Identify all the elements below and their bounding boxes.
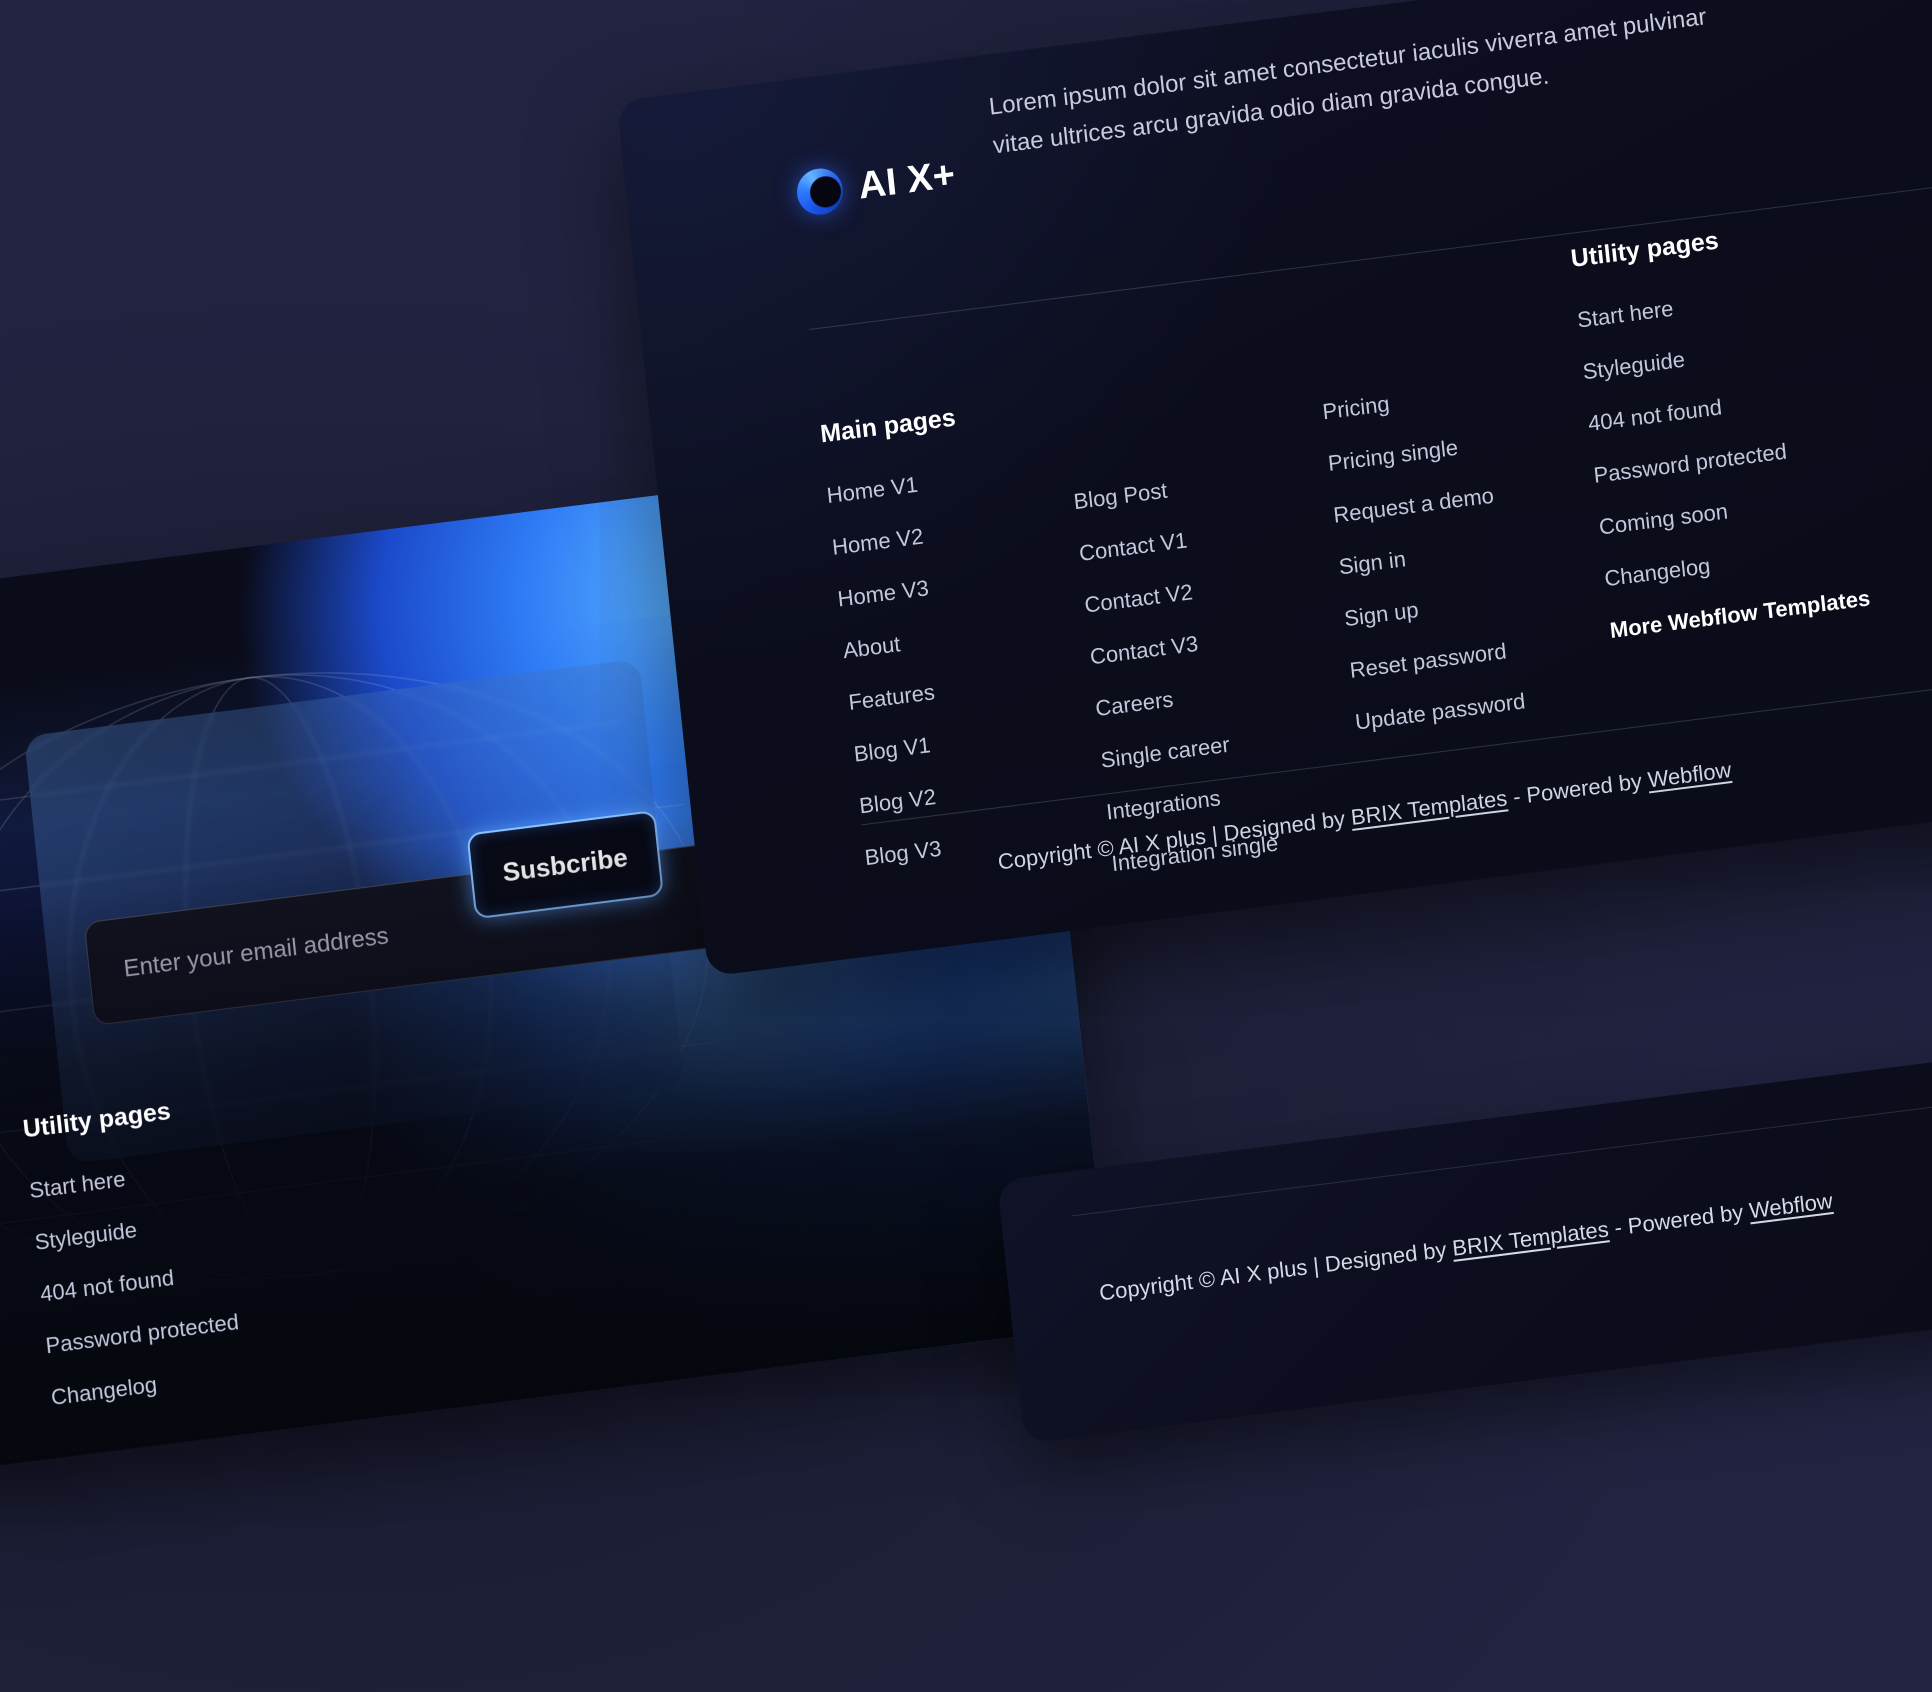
link-item[interactable]: Start here <box>1576 278 1812 333</box>
footer-column-utility-pages: Utility pages Start here Styleguide 404 … <box>1569 216 1872 838</box>
link-item[interactable]: Styleguide <box>34 1199 285 1256</box>
link-item[interactable]: Update password <box>1354 680 1590 735</box>
brand-logo[interactable]: AI X+ <box>794 152 958 218</box>
link-item[interactable]: Contact V1 <box>1078 512 1314 567</box>
link-item[interactable]: Request a demo <box>0 1239 11 1296</box>
column-title: Utility pages <box>0 1177 5 1237</box>
link-item[interactable]: Reset password <box>1349 629 1585 684</box>
ring-logo-icon <box>794 165 846 218</box>
link-item[interactable]: Home V1 <box>825 454 1061 509</box>
link-item[interactable]: Password protected <box>44 1302 295 1359</box>
link-item[interactable]: 404 not found <box>1587 382 1823 437</box>
link-item[interactable]: Sign up <box>0 1343 22 1400</box>
footer-column-utility-b: Utility pages Start here Styleguide 404 … <box>22 1084 316 1497</box>
webflow-link[interactable]: Webflow <box>1748 1188 1834 1223</box>
link-item[interactable]: Blog Post <box>1072 460 1308 515</box>
brand-name: AI X+ <box>856 153 958 208</box>
link-item[interactable]: Pricing <box>1321 370 1557 425</box>
brix-templates-link[interactable]: BRIX Templates <box>1451 1216 1610 1261</box>
link-item[interactable]: Coming soon <box>1598 485 1834 540</box>
link-item[interactable]: Changelog <box>1603 537 1839 592</box>
main-footer-card: AI X+ Lorem ipsum dolor sit amet consect… <box>616 0 1932 977</box>
link-item[interactable]: Pricing single <box>1327 422 1563 477</box>
link-item[interactable]: Features <box>847 661 1083 716</box>
link-item[interactable]: Reset password <box>0 1395 27 1452</box>
link-item[interactable]: Blog V2 <box>858 764 1094 819</box>
link-item[interactable]: Request a demo <box>1332 473 1568 528</box>
link-item[interactable]: Home V3 <box>836 557 1072 612</box>
link-item[interactable]: Blog V1 <box>853 712 1089 767</box>
link-item[interactable]: Careers <box>1094 667 1330 722</box>
more-webflow-templates-link[interactable]: More Webflow Templates <box>1609 585 1872 644</box>
link-item[interactable]: Single career <box>1100 719 1336 774</box>
link-item[interactable]: About <box>842 609 1078 664</box>
link-item[interactable]: Start here <box>28 1147 279 1204</box>
bottom-footer-card: Copyright © AI X plus | Designed by BRIX… <box>997 1032 1932 1445</box>
link-item[interactable]: Changelog <box>50 1354 301 1411</box>
link-item[interactable]: Contact V3 <box>1089 615 1325 670</box>
link-item[interactable]: Sign up <box>1343 577 1579 632</box>
copyright-middle: - Powered by <box>1607 1198 1751 1242</box>
link-item[interactable]: 404 not found <box>39 1251 290 1308</box>
footer-tagline: Lorem ipsum dolor sit amet consectetur i… <box>987 3 1708 160</box>
bottom-copyright-text: Copyright © AI X plus | Designed by BRIX… <box>1098 1188 1834 1306</box>
column-title: Main pages <box>818 403 957 449</box>
screenshot-stage: Enter your email address Susbcribe t a d… <box>0 0 1932 1692</box>
link-item[interactable]: Update password <box>0 1446 33 1498</box>
link-item[interactable]: Sign in <box>0 1291 17 1348</box>
link-item[interactable]: Home V2 <box>831 506 1067 561</box>
link-item[interactable]: Password protected <box>1592 433 1828 488</box>
link-item[interactable]: Styleguide <box>1582 330 1818 385</box>
link-item[interactable]: Contact V2 <box>1083 563 1319 618</box>
link-item[interactable]: Sign in <box>1338 525 1574 580</box>
copyright-prefix: Copyright © AI X plus | Designed by <box>1098 1236 1454 1306</box>
column-title: Utility pages <box>1569 226 1720 273</box>
